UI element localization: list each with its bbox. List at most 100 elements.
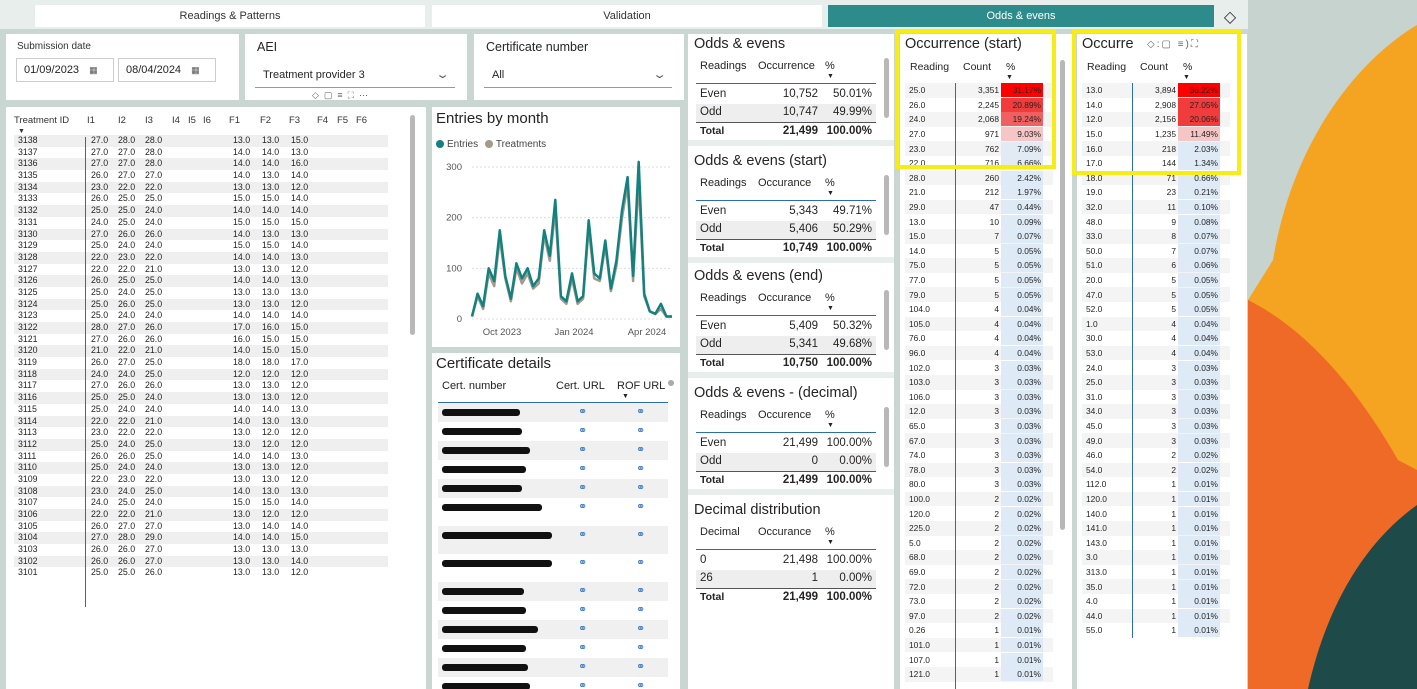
table-row[interactable]: 3.0 1 0.01% [1082,550,1230,565]
sort-arrow-icon[interactable]: ▼ [827,539,834,546]
table-row[interactable]: 3109 22.0 23.0 22.0 13.0 13.0 12.0 [14,473,388,486]
table-row[interactable]: 3134 23.0 22.0 22.0 13.0 13.0 12.0 [14,181,388,194]
table-row[interactable]: Total 21,499 100.00% [696,588,876,606]
table-row[interactable]: 19.0 23 0.21% [1082,185,1230,200]
column-header[interactable]: Readings [700,292,746,304]
list-item[interactable]: ⚭ ⚭ [438,479,668,498]
entries-line-chart[interactable]: 300 200 100 0 Oct 2023 Jan 2024 Apr 2024 [432,157,680,347]
table-row[interactable]: 65.0 3 0.03% [905,418,1053,434]
tab-odds-evens[interactable]: Odds & evens [828,5,1214,27]
table-row[interactable]: 3124 25.0 26.0 25.0 13.0 13.0 12.0 [14,298,388,311]
table-row[interactable]: 3103 26.0 26.0 27.0 13.0 13.0 13.0 [14,544,388,556]
table-row[interactable]: 3120 21.0 22.0 21.0 14.0 15.0 15.0 [14,345,388,358]
table-row[interactable]: Odd 0 0.00% [696,453,876,471]
table-row[interactable]: 31.0 3 0.03% [1082,389,1230,405]
table-row[interactable]: 33.0 8 0.07% [1082,229,1230,244]
table-row[interactable]: 3128 22.0 23.0 22.0 14.0 14.0 13.0 [14,251,388,264]
table-row[interactable]: 67.0 3 0.03% [905,433,1053,448]
table-row[interactable]: 51.0 6 0.06% [1082,258,1230,273]
table-row[interactable]: 106.0 3 0.03% [905,389,1053,405]
column-header[interactable]: F3 [289,115,300,126]
table-row[interactable]: 3131 24.0 25.0 24.0 15.0 15.0 15.0 [14,216,388,229]
table-row[interactable]: 120.0 2 0.02% [905,506,1053,521]
table-row[interactable]: 50.0 7 0.07% [1082,243,1230,259]
table-row[interactable]: 78.0 3 0.03% [905,462,1053,478]
column-header[interactable]: Treatment ID [14,115,69,126]
link-icon[interactable]: ⚭ [636,679,645,689]
column-header[interactable]: Occurance [758,526,811,538]
table-row[interactable]: 15.0 7 0.07% [905,229,1053,244]
table-row[interactable]: 3130 27.0 26.0 26.0 14.0 13.0 13.0 [14,228,388,241]
table-row[interactable]: 34.0 3 0.03% [1082,404,1230,419]
table-row[interactable]: 25.0 3 0.03% [1082,375,1230,390]
list-item[interactable]: ⚭ ⚭ [438,620,668,639]
table-row[interactable]: 3129 25.0 24.0 24.0 15.0 15.0 14.0 [14,240,388,252]
table-row[interactable]: 28.0 260 2.42% [905,170,1053,186]
table-row[interactable]: 76.0 4 0.04% [905,331,1053,346]
column-header[interactable]: Readings [700,177,746,189]
link-icon[interactable]: ⚭ [636,462,645,475]
table-row[interactable]: Even 5,343 49.71% [696,203,876,221]
cert-number-header[interactable]: Cert. number [442,380,506,392]
table-row[interactable]: 3102 26.0 26.0 27.0 13.0 13.0 14.0 [14,555,388,568]
tab-readings-patterns[interactable]: Readings & Patterns [35,5,425,27]
table-row[interactable]: 69.0 2 0.02% [905,564,1053,580]
table-row[interactable]: 3122 28.0 27.0 26.0 17.0 16.0 15.0 [14,322,388,334]
list-item[interactable]: ⚭ ⚭ [438,441,668,460]
table-row[interactable]: 3133 26.0 25.0 25.0 15.0 15.0 14.0 [14,193,388,206]
table-row[interactable]: 46.0 2 0.02% [1082,448,1230,463]
list-item[interactable]: ⚭ ⚭ [438,498,668,526]
table-row[interactable]: 140.0 1 0.01% [1082,506,1230,521]
calendar-icon[interactable]: ▦ [191,65,200,76]
eraser-icon[interactable]: ◇ [1219,6,1241,28]
table-row[interactable]: 3111 26.0 26.0 25.0 14.0 14.0 13.0 [14,450,388,463]
link-icon[interactable]: ⚭ [636,584,645,597]
table-row[interactable]: 3113 23.0 22.0 22.0 13.0 12.0 12.0 [14,427,388,439]
column-header[interactable]: F2 [260,115,271,126]
table-row[interactable]: 3104 27.0 28.0 29.0 14.0 14.0 15.0 [14,532,388,545]
column-header[interactable]: I6 [203,115,211,126]
link-icon[interactable]: ⚭ [578,481,587,494]
table-row[interactable]: 45.0 3 0.03% [1082,418,1230,434]
column-header[interactable]: F1 [229,115,240,126]
column-header[interactable]: F6 [356,115,367,126]
link-icon[interactable]: ⚭ [578,660,587,673]
table-row[interactable]: 0 21,498 100.00% [696,552,876,570]
link-icon[interactable]: ⚭ [578,443,587,456]
table-row[interactable]: Total 21,499 100.00% [696,122,876,140]
sort-arrow-icon[interactable]: ▼ [827,190,834,197]
table-row[interactable]: 107.0 1 0.01% [905,652,1053,667]
table-row[interactable]: 75.0 5 0.05% [905,258,1053,273]
link-icon[interactable]: ⚭ [578,462,587,475]
list-item[interactable]: ⚭ ⚭ [438,658,668,677]
table-row[interactable]: 68.0 2 0.02% [905,550,1053,565]
table-row[interactable]: 44.0 1 0.01% [1082,608,1230,624]
table-row[interactable]: 3138 27.0 28.0 28.0 13.0 13.0 15.0 [14,135,388,147]
table-row[interactable]: 5.0 2 0.02% [905,535,1053,551]
table-row[interactable]: 3136 27.0 27.0 28.0 14.0 14.0 16.0 [14,158,388,171]
table-row[interactable]: 96.0 4 0.04% [905,345,1053,361]
sort-arrow-icon[interactable]: ▼ [827,422,834,429]
table-row[interactable]: 101.0 1 0.01% [905,637,1053,653]
link-icon[interactable]: ⚭ [636,641,645,654]
link-icon[interactable]: ⚭ [578,584,587,597]
column-header[interactable]: Occurance [758,177,811,189]
table-row[interactable]: 49.0 3 0.03% [1082,433,1230,448]
link-icon[interactable]: ⚭ [636,424,645,437]
link-icon[interactable]: ⚭ [636,500,645,513]
table-row[interactable]: 112.0 1 0.01% [1082,477,1230,492]
table-row[interactable]: 225.0 2 0.02% [905,521,1053,536]
list-item[interactable]: ⚭ ⚭ [438,460,668,479]
table-row[interactable]: 102.0 3 0.03% [905,360,1053,375]
aei-dropdown[interactable]: Treatment provider 3 ⌄ [255,62,455,88]
column-header[interactable]: F5 [337,115,348,126]
table-row[interactable]: 72.0 2 0.02% [905,579,1053,594]
list-item[interactable]: ⚭ ⚭ [438,601,668,620]
link-icon[interactable]: ⚭ [578,603,587,616]
certificate-dropdown[interactable]: All ⌄ [484,62,672,88]
table-row[interactable]: 79.0 5 0.05% [905,287,1053,302]
table-row[interactable]: 21.0 212 1.97% [905,185,1053,200]
column-header[interactable]: % [825,409,835,421]
table-row[interactable]: 3121 27.0 26.0 26.0 16.0 15.0 15.0 [14,333,388,346]
table-row[interactable]: 313.0 1 0.01% [1082,564,1230,580]
